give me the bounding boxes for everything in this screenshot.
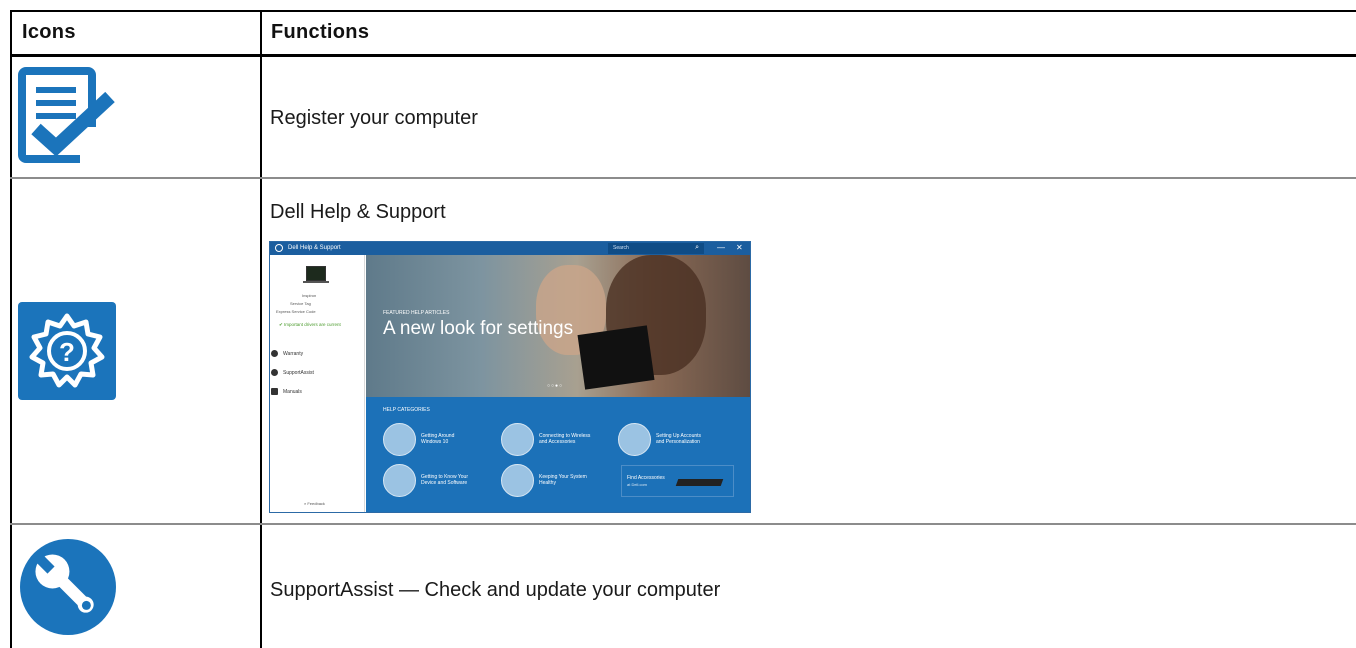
sidebar-item-manuals[interactable]: Manuals (271, 388, 302, 395)
accessories-sub: at Dell.com (627, 482, 648, 487)
function-help-support: Dell Help & Support (270, 201, 446, 223)
category-label: Keeping Your System Healthy (539, 474, 587, 486)
close-button[interactable]: ✕ (736, 243, 743, 252)
wrench-icon (18, 537, 118, 642)
category-label: Connecting to Wireless and Accessories (539, 433, 591, 445)
driver-status: ✔ Important drivers are current (279, 322, 341, 327)
feedback-label: Feedback (307, 501, 325, 506)
functions-table: Icons Functions Register your computer ?… (10, 10, 1356, 648)
service-tag: Service Tag (290, 301, 311, 306)
app-sidebar: Inspiron Service Tag Express Service Cod… (270, 255, 365, 512)
help-support-screenshot: Dell Help & Support Search ⌕ — ✕ Inspiro… (269, 241, 751, 513)
category-thumbnail (383, 464, 416, 497)
search-icon: ⌕ (695, 244, 699, 251)
carousel-dots[interactable]: ○○●○ (547, 383, 563, 389)
gear-logo-icon (275, 244, 283, 252)
table-left-border (10, 10, 12, 648)
express-code: Express Service Code (276, 309, 316, 314)
model-name: Inspiron (302, 293, 317, 298)
driver-status-text: Important drivers are current (284, 322, 341, 327)
category-label: Setting Up Accounts and Personalization (656, 433, 702, 445)
header-divider (10, 54, 1356, 57)
sidebar-item-label: SupportAssist (283, 370, 314, 376)
find-accessories-card[interactable]: Find Accessories at Dell.com (621, 465, 734, 497)
sidebar-item-label: Warranty (283, 351, 304, 357)
categories-heading: HELP CATEGORIES (383, 407, 430, 413)
laptop-base (303, 281, 329, 283)
category-thumbnail (501, 423, 534, 456)
category-thumbnail (501, 464, 534, 497)
manuals-icon (271, 388, 278, 395)
help-gear-icon: ? (18, 302, 116, 405)
header-functions: Functions (271, 21, 370, 43)
search-input[interactable]: Search ⌕ (608, 243, 704, 254)
supportassist-icon (271, 369, 278, 376)
category-label: Getting to Know Your Device and Software (421, 474, 468, 486)
feedback-link[interactable]: ⌕ Feedback (304, 501, 325, 506)
hero-photo-tablet (577, 325, 655, 390)
row-divider (10, 523, 1356, 525)
featured-label: FEATURED HELP ARTICLES (383, 310, 450, 316)
category-thumbnail (618, 423, 651, 456)
register-checklist-icon (18, 67, 118, 170)
search-placeholder: Search (613, 245, 629, 251)
header-icons: Icons (22, 21, 76, 43)
featured-hero[interactable]: FEATURED HELP ARTICLES A new look for se… (366, 255, 750, 397)
app-titlebar: Dell Help & Support Search ⌕ — ✕ (270, 242, 750, 255)
minimize-button[interactable]: — (717, 243, 725, 252)
sidebar-item-label: Manuals (283, 389, 302, 395)
warranty-icon (271, 350, 278, 357)
category-thumbnail (383, 423, 416, 456)
sidebar-item-supportassist[interactable]: SupportAssist (271, 369, 314, 376)
row-divider (10, 177, 1356, 179)
function-register: Register your computer (270, 107, 478, 129)
featured-headline: A new look for settings (383, 318, 574, 339)
help-categories: HELP CATEGORIES Getting Around Windows 1… (366, 397, 750, 512)
app-title: Dell Help & Support (288, 245, 341, 251)
laptop-image (306, 266, 326, 281)
keyboard-image (675, 479, 724, 486)
accessories-title: Find Accessories (627, 475, 665, 481)
table-column-divider (260, 10, 262, 648)
function-supportassist: SupportAssist — Check and update your co… (270, 579, 721, 601)
table-header-row: Icons Functions (10, 12, 1356, 54)
svg-text:?: ? (59, 337, 75, 367)
category-label: Getting Around Windows 10 (421, 433, 455, 445)
sidebar-item-warranty[interactable]: Warranty (271, 350, 304, 357)
